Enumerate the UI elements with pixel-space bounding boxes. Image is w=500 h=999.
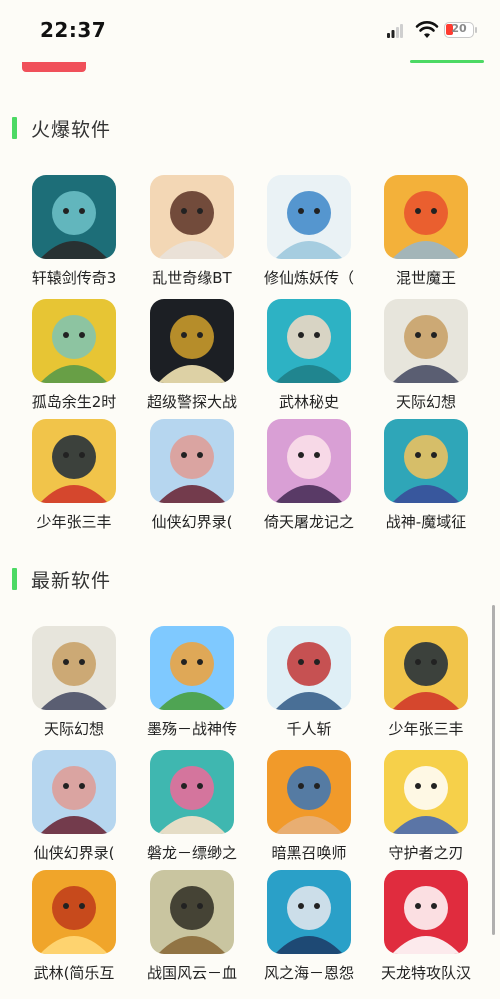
battery-nub (475, 27, 477, 33)
wu-character-icon[interactable] (32, 870, 116, 954)
app-label: 战神-魔域征 (385, 513, 467, 531)
scrollbar[interactable] (492, 605, 495, 935)
app-item[interactable]: 战神-魔域征 (367, 419, 485, 532)
app-item[interactable]: 仙侠幻界录( (15, 750, 133, 863)
village-icon[interactable] (150, 626, 234, 710)
top-red-tab-indicator (22, 62, 86, 72)
battery-icon: 20 (444, 22, 474, 38)
app-item[interactable]: 轩辕剑传奇3 (15, 175, 133, 288)
section-title: 最新软件 (31, 569, 112, 592)
hero-icon[interactable] (384, 419, 468, 503)
section-accent-bar (12, 568, 17, 590)
wuxia-girl-icon[interactable] (267, 299, 351, 383)
app-item[interactable]: 倚天屠龙记之 (250, 419, 368, 532)
cellular-signal-icon (387, 24, 403, 38)
top-green-tab-indicator (410, 60, 484, 63)
app-label: 倚天屠龙记之 (263, 513, 354, 531)
app-item[interactable]: 武林(简乐互 (15, 870, 133, 983)
app-label: 超级警探大战 (146, 393, 237, 411)
martial-arts-icon[interactable] (32, 419, 116, 503)
app-label: 磐龙－缥缈之 (146, 844, 237, 862)
section-header-hot: 火爆软件 (12, 115, 111, 141)
app-label: 天际幻想 (43, 720, 104, 738)
warrior-icon[interactable] (384, 299, 468, 383)
app-label: 混世魔王 (395, 269, 456, 287)
anime-girl-icon[interactable] (267, 419, 351, 503)
silver-hair-icon[interactable] (267, 870, 351, 954)
app-label: 墨殇－战神传 (146, 720, 237, 738)
pink-hair-icon[interactable] (150, 750, 234, 834)
app-item[interactable]: 风之海－恩怨 (250, 870, 368, 983)
warrior-icon[interactable] (32, 626, 116, 710)
monster-icon[interactable] (384, 175, 468, 259)
app-item[interactable]: 暗黑召唤师 (250, 750, 368, 863)
anime-boy-icon[interactable] (150, 175, 234, 259)
app-label: 仙侠幻界录( (151, 513, 233, 531)
app-label: 武林秘史 (278, 393, 339, 411)
app-item[interactable]: 战国风云－血 (133, 870, 251, 983)
app-label: 暗黑召唤师 (271, 844, 347, 862)
app-label: 乱世奇缘BT (152, 269, 232, 287)
app-item[interactable]: 磐龙－缥缈之 (133, 750, 251, 863)
app-label: 风之海－恩怨 (263, 964, 354, 982)
island-icon[interactable] (32, 299, 116, 383)
app-label: 千人斩 (286, 720, 332, 738)
calligraphy-icon[interactable] (267, 175, 351, 259)
wifi-icon (415, 21, 439, 38)
section-accent-bar (12, 117, 17, 139)
section-title: 火爆软件 (31, 118, 112, 141)
app-item[interactable]: 乱世奇缘BT (133, 175, 251, 288)
battery-level: 20 (451, 22, 467, 35)
martial-arts-icon[interactable] (384, 626, 468, 710)
app-label: 孤岛余生2时 (31, 393, 117, 411)
general-icon[interactable] (150, 870, 234, 954)
blonde-hero-icon[interactable] (384, 750, 468, 834)
app-item[interactable]: 修仙炼妖传（ (250, 175, 368, 288)
app-item[interactable]: 天龙特攻队汉 (367, 870, 485, 983)
app-label: 武林(简乐互 (33, 964, 115, 982)
fairy-girl-icon[interactable] (32, 750, 116, 834)
app-label: 天际幻想 (395, 393, 456, 411)
app-label: 少年张三丰 (388, 720, 464, 738)
app-item[interactable]: 仙侠幻界录( (133, 419, 251, 532)
app-label: 仙侠幻界录( (33, 844, 115, 862)
app-item[interactable]: 少年张三丰 (367, 626, 485, 739)
app-item[interactable]: 天际幻想 (367, 299, 485, 412)
app-label: 战国风云－血 (146, 964, 237, 982)
app-label: 天龙特攻队汉 (380, 964, 471, 982)
app-label: 少年张三丰 (36, 513, 112, 531)
app-item[interactable]: 墨殇－战神传 (133, 626, 251, 739)
fairy-girl-icon[interactable] (150, 419, 234, 503)
app-label: 修仙炼妖传（ (263, 269, 354, 287)
app-label: 轩辕剑传奇3 (31, 269, 117, 287)
calligraphy-icon[interactable] (267, 626, 351, 710)
app-item[interactable]: 孤岛余生2时 (15, 299, 133, 412)
letter-a-icon[interactable] (384, 870, 468, 954)
status-bar: 22:37 20 (0, 0, 500, 62)
summoner-icon[interactable] (267, 750, 351, 834)
app-item[interactable]: 少年张三丰 (15, 419, 133, 532)
app-item[interactable]: 千人斩 (250, 626, 368, 739)
app-item[interactable]: 守护者之刃 (367, 750, 485, 863)
section-header-new: 最新软件 (12, 566, 111, 592)
app-label: 守护者之刃 (388, 844, 464, 862)
app-item[interactable]: 超级警探大战 (133, 299, 251, 412)
app-item[interactable]: 武林秘史 (250, 299, 368, 412)
badge-icon[interactable] (150, 299, 234, 383)
sword-game-icon[interactable] (32, 175, 116, 259)
clock: 22:37 (40, 18, 107, 42)
app-item[interactable]: 天际幻想 (15, 626, 133, 739)
app-item[interactable]: 混世魔王 (367, 175, 485, 288)
